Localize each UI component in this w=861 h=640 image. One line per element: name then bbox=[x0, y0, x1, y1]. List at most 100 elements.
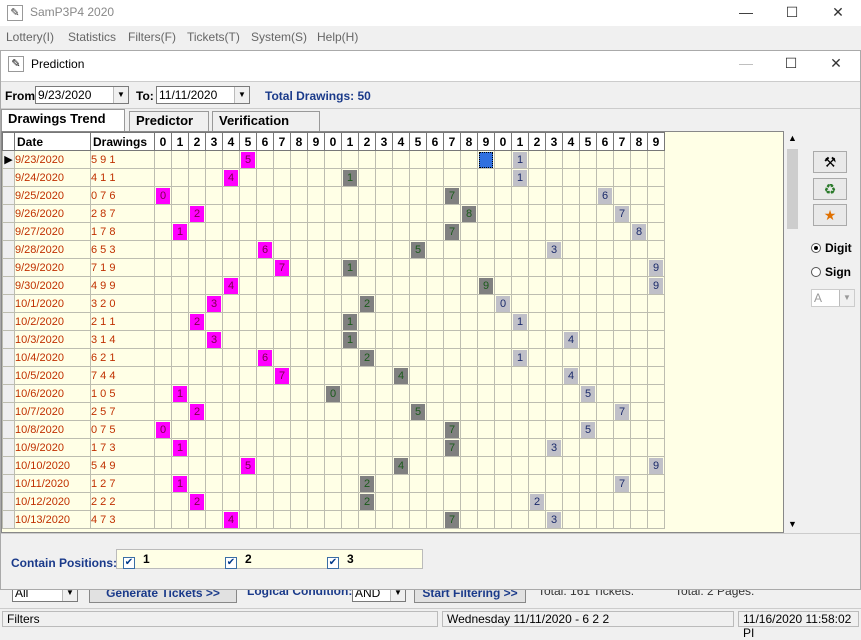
trend-cell[interactable] bbox=[171, 492, 189, 511]
trend-cell[interactable] bbox=[545, 186, 563, 205]
trend-cell[interactable] bbox=[426, 510, 444, 529]
trend-cell[interactable] bbox=[477, 384, 495, 403]
trend-cell[interactable]: 6 bbox=[596, 186, 614, 205]
trend-cell[interactable] bbox=[613, 186, 631, 205]
header-digit[interactable]: 0 bbox=[494, 132, 512, 151]
trend-cell[interactable] bbox=[511, 186, 529, 205]
trend-cell[interactable] bbox=[273, 402, 291, 421]
trend-cell[interactable] bbox=[494, 402, 512, 421]
trend-cell[interactable]: 1 bbox=[511, 312, 529, 331]
trend-cell[interactable] bbox=[239, 258, 257, 277]
trend-cell[interactable] bbox=[443, 204, 461, 223]
trend-cell[interactable] bbox=[222, 222, 240, 241]
trend-cell[interactable] bbox=[205, 204, 223, 223]
trend-cell[interactable] bbox=[205, 312, 223, 331]
trend-cell[interactable] bbox=[477, 168, 495, 187]
trend-cell[interactable] bbox=[443, 168, 461, 187]
trend-cell[interactable] bbox=[154, 204, 172, 223]
trend-cell[interactable] bbox=[460, 294, 478, 313]
trend-cell[interactable] bbox=[613, 384, 631, 403]
trend-cell[interactable] bbox=[443, 366, 461, 385]
trend-cell[interactable] bbox=[528, 402, 546, 421]
trend-cell[interactable] bbox=[528, 276, 546, 295]
trend-cell[interactable] bbox=[324, 240, 342, 259]
trend-cell[interactable] bbox=[647, 348, 665, 367]
trend-cell[interactable] bbox=[307, 456, 325, 475]
trend-cell[interactable] bbox=[341, 366, 359, 385]
trend-cell[interactable] bbox=[511, 240, 529, 259]
trend-cell[interactable] bbox=[579, 150, 597, 169]
trend-cell[interactable] bbox=[409, 438, 427, 457]
trend-cell[interactable] bbox=[307, 420, 325, 439]
table-row[interactable]: 9/24/2020 4 1 1 4 1 1 bbox=[2, 168, 665, 187]
trend-cell[interactable] bbox=[154, 366, 172, 385]
trend-cell[interactable] bbox=[171, 240, 189, 259]
header-digit[interactable]: 9 bbox=[307, 132, 325, 151]
trend-cell[interactable] bbox=[630, 384, 648, 403]
trend-cell[interactable] bbox=[494, 492, 512, 511]
trend-cell[interactable] bbox=[171, 204, 189, 223]
trend-cell[interactable] bbox=[630, 456, 648, 475]
trend-cell[interactable] bbox=[392, 168, 410, 187]
trend-cell[interactable] bbox=[494, 222, 512, 241]
trend-cell[interactable] bbox=[205, 492, 223, 511]
header-digit[interactable]: 8 bbox=[290, 132, 308, 151]
trend-cell[interactable] bbox=[307, 384, 325, 403]
trend-cell[interactable] bbox=[613, 222, 631, 241]
trend-cell[interactable] bbox=[477, 348, 495, 367]
trend-cell[interactable] bbox=[341, 294, 359, 313]
trend-cell[interactable] bbox=[562, 402, 580, 421]
trend-cell[interactable] bbox=[358, 150, 376, 169]
trend-cell[interactable] bbox=[392, 222, 410, 241]
trend-cell[interactable] bbox=[460, 384, 478, 403]
trend-cell[interactable] bbox=[579, 456, 597, 475]
trend-cell[interactable] bbox=[154, 348, 172, 367]
trend-cell[interactable] bbox=[528, 510, 546, 529]
header-digit[interactable]: 9 bbox=[647, 132, 665, 151]
trend-cell[interactable] bbox=[409, 420, 427, 439]
trend-cell[interactable] bbox=[154, 222, 172, 241]
trend-cell[interactable]: 9 bbox=[647, 276, 665, 295]
trend-cell[interactable] bbox=[324, 420, 342, 439]
trend-cell[interactable] bbox=[426, 366, 444, 385]
scroll-thumb[interactable] bbox=[787, 149, 798, 229]
trend-cell[interactable] bbox=[307, 348, 325, 367]
row-indicator[interactable] bbox=[2, 222, 15, 241]
table-row[interactable]: 10/4/2020 6 2 1 6 2 1 bbox=[2, 348, 665, 367]
trend-cell[interactable] bbox=[324, 276, 342, 295]
trend-cell[interactable] bbox=[358, 312, 376, 331]
close-button[interactable]: ✕ bbox=[815, 0, 861, 26]
trend-cell[interactable] bbox=[511, 384, 529, 403]
trend-cell[interactable] bbox=[596, 240, 614, 259]
trend-cell[interactable] bbox=[256, 402, 274, 421]
trend-cell[interactable] bbox=[494, 420, 512, 439]
trend-cell[interactable] bbox=[273, 348, 291, 367]
trend-cell[interactable] bbox=[477, 312, 495, 331]
trend-cell[interactable] bbox=[273, 186, 291, 205]
to-date-picker[interactable]: 11/11/2020 ▼ bbox=[156, 86, 250, 104]
trend-cell[interactable] bbox=[426, 294, 444, 313]
trend-cell[interactable]: 5 bbox=[239, 456, 257, 475]
trend-cell[interactable] bbox=[171, 276, 189, 295]
hammer-icon[interactable]: ⚒ bbox=[813, 151, 847, 173]
trend-cell[interactable] bbox=[494, 312, 512, 331]
trend-cell[interactable] bbox=[596, 330, 614, 349]
header-digit[interactable]: 2 bbox=[358, 132, 376, 151]
trend-cell[interactable] bbox=[239, 366, 257, 385]
sign-radio[interactable]: Sign bbox=[811, 265, 851, 279]
header-digit[interactable]: 8 bbox=[630, 132, 648, 151]
trend-cell[interactable] bbox=[494, 150, 512, 169]
trend-cell[interactable] bbox=[239, 402, 257, 421]
header-digit[interactable]: 1 bbox=[341, 132, 359, 151]
menu-system[interactable]: System(S) bbox=[251, 30, 307, 44]
row-indicator[interactable] bbox=[2, 420, 15, 439]
trend-cell[interactable] bbox=[392, 240, 410, 259]
trend-cell[interactable] bbox=[222, 150, 240, 169]
trend-cell[interactable]: 2 bbox=[528, 492, 546, 511]
trend-cell[interactable] bbox=[154, 510, 172, 529]
trend-cell[interactable] bbox=[647, 168, 665, 187]
trend-cell[interactable]: 9 bbox=[477, 276, 495, 295]
trend-cell[interactable] bbox=[426, 348, 444, 367]
trend-cell[interactable] bbox=[409, 330, 427, 349]
trend-cell[interactable] bbox=[409, 258, 427, 277]
